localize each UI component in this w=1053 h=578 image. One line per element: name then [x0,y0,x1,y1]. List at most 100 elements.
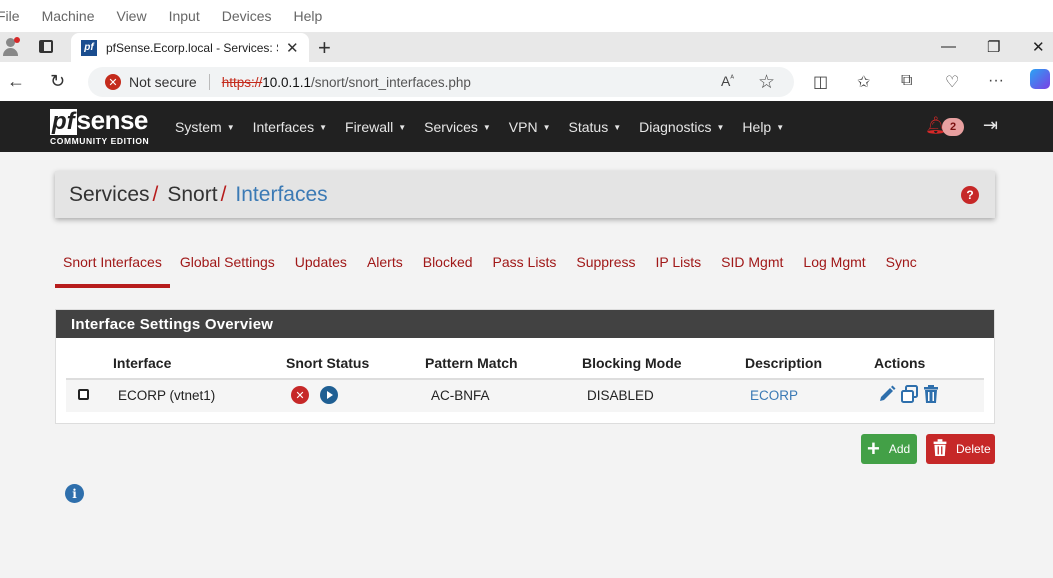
snort-stopped-icon: ✕ [291,386,309,404]
browser-tab-strip: pf pfSense.Ecorp.local - Services: Sn ✕ … [0,32,1053,62]
tab-pass-lists[interactable]: Pass Lists [483,240,567,288]
column-header-pattern-match: Pattern Match [425,355,518,371]
favorites-icon[interactable]: ✩ [857,72,870,92]
tab-blocked[interactable]: Blocked [413,240,483,288]
browser-essentials-icon[interactable]: ♡ [945,72,959,92]
url-text[interactable]: https://10.0.1.1/snort/snort_interfaces.… [222,75,471,90]
tab-updates[interactable]: Updates [285,240,357,288]
not-secure-icon[interactable]: ✕ [105,74,121,90]
tab-sid-mgmt[interactable]: SID Mgmt [711,240,793,288]
tab-ip-lists[interactable]: IP Lists [646,240,712,288]
logo-pf: pf [50,108,77,135]
url-protocol: https:// [221,74,263,90]
column-header-description: Description [745,355,823,371]
back-icon[interactable]: ← [7,71,25,92]
cell-blocking-mode: DISABLED [587,388,654,403]
menu-firewall[interactable]: Firewall ▼ [345,119,406,135]
copy-icon[interactable] [900,384,920,409]
column-header-interface: Interface [113,355,172,371]
cell-interface: ECORP (vtnet1) [118,388,216,403]
address-bar[interactable]: ✕ Not secure https://10.0.1.1/snort/snor… [88,67,794,97]
restore-icon[interactable]: ❐ [987,38,1000,56]
chevron-down-icon: ▼ [613,122,622,132]
info-icon[interactable]: i [65,484,84,503]
address-row: ← ↻ ✕ Not secure https://10.0.1.1/snort/… [0,62,1053,101]
chevron-down-icon: ▼ [542,122,551,132]
column-header-snort-status: Snort Status [286,355,370,371]
logout-icon[interactable]: ⇥ [983,115,998,136]
vm-menu-help[interactable]: Help [294,8,323,24]
delete-button-label: Delete [956,442,991,456]
logo-sense: sense [76,105,149,135]
chevron-down-icon: ▼ [319,122,328,132]
tab-suppress[interactable]: Suppress [566,240,645,288]
snort-tabs: Snort Interfaces Global Settings Updates… [55,240,927,288]
read-aloud-icon[interactable]: Aᴬ [721,73,734,89]
vm-menu-devices[interactable]: Devices [222,8,272,24]
browser-tab[interactable]: pf pfSense.Ecorp.local - Services: Sn ✕ [71,33,309,62]
not-secure-label[interactable]: Not secure [129,74,197,90]
column-header-blocking-mode: Blocking Mode [582,355,682,371]
profile-icon[interactable] [2,37,22,57]
address-separator [208,74,210,90]
browser-tab-title: pfSense.Ecorp.local - Services: Sn [106,40,278,55]
pfsense-logo[interactable]: pfsense COMMUNITY EDITION [50,107,149,146]
breadcrumb-interfaces[interactable]: Interfaces [235,183,327,207]
cell-pattern-match: AC-BNFA [431,388,490,403]
trash-icon [932,438,948,460]
favorite-star-icon[interactable]: ☆ [758,71,775,94]
breadcrumb: Services / Snort / Interfaces ? [55,171,995,218]
menu-system[interactable]: System ▼ [175,119,235,135]
close-window-icon[interactable]: ✕ [1032,38,1045,56]
panel-title: Interface Settings Overview [56,310,994,338]
cell-description[interactable]: ECORP [750,388,798,403]
tab-alerts[interactable]: Alerts [357,240,413,288]
tab-actions-icon[interactable] [39,40,53,53]
breadcrumb-separator: / [152,182,159,206]
more-options-icon[interactable]: ··· [988,72,1004,90]
tab-global-settings[interactable]: Global Settings [170,240,285,288]
add-button[interactable]: + Add [861,434,917,464]
edit-pencil-icon[interactable] [877,384,897,409]
column-header-actions: Actions [874,355,926,371]
url-path: /snort/snort_interfaces.php [311,74,471,90]
help-icon[interactable]: ? [961,186,979,204]
menu-help[interactable]: Help ▼ [742,119,784,135]
notification-count-badge: 2 [942,118,964,136]
start-snort-icon[interactable] [320,386,338,404]
vm-menu-input[interactable]: Input [169,8,200,24]
chevron-down-icon: ▼ [716,122,725,132]
menu-interfaces[interactable]: Interfaces ▼ [253,119,327,135]
delete-button[interactable]: Delete [926,434,995,464]
add-button-label: Add [888,442,911,456]
new-tab-icon[interactable]: + [318,35,331,61]
reload-icon[interactable]: ↻ [50,71,65,92]
breadcrumb-separator: / [220,182,227,206]
row-checkbox[interactable] [78,389,89,400]
url-host: 10.0.1.1 [262,74,312,90]
vm-menu-file[interactable]: File [0,8,20,24]
tab-log-mgmt[interactable]: Log Mgmt [793,240,875,288]
notifications-button[interactable]: 🔔︎ 2 [925,116,964,136]
tab-sync[interactable]: Sync [876,240,927,288]
trash-icon[interactable] [921,384,941,409]
vm-menu-view[interactable]: View [116,8,146,24]
breadcrumb-snort[interactable]: Snort [167,183,217,207]
split-screen-icon[interactable]: ◫ [813,72,828,92]
collections-icon[interactable]: ⧉ [901,72,912,90]
pfsense-navbar: pfsense COMMUNITY EDITION System ▼ Interf… [0,101,1053,152]
main-menu: System ▼ Interfaces ▼ Firewall ▼ Services ▼ … [175,101,802,152]
menu-services[interactable]: Services ▼ [424,119,491,135]
chevron-down-icon: ▼ [226,122,235,132]
close-tab-icon[interactable]: ✕ [286,39,299,57]
menu-status[interactable]: Status ▼ [569,119,622,135]
pfsense-favicon-icon: pf [81,39,97,56]
breadcrumb-services[interactable]: Services [69,183,150,207]
minimize-icon[interactable]: — [941,38,956,55]
copilot-icon[interactable] [1030,69,1050,89]
tab-snort-interfaces[interactable]: Snort Interfaces [55,240,170,288]
menu-diagnostics[interactable]: Diagnostics ▼ [639,119,724,135]
vm-menu-machine[interactable]: Machine [42,8,95,24]
interface-settings-panel: Interface Settings Overview Interface Sn… [55,309,995,424]
menu-vpn[interactable]: VPN ▼ [509,119,551,135]
